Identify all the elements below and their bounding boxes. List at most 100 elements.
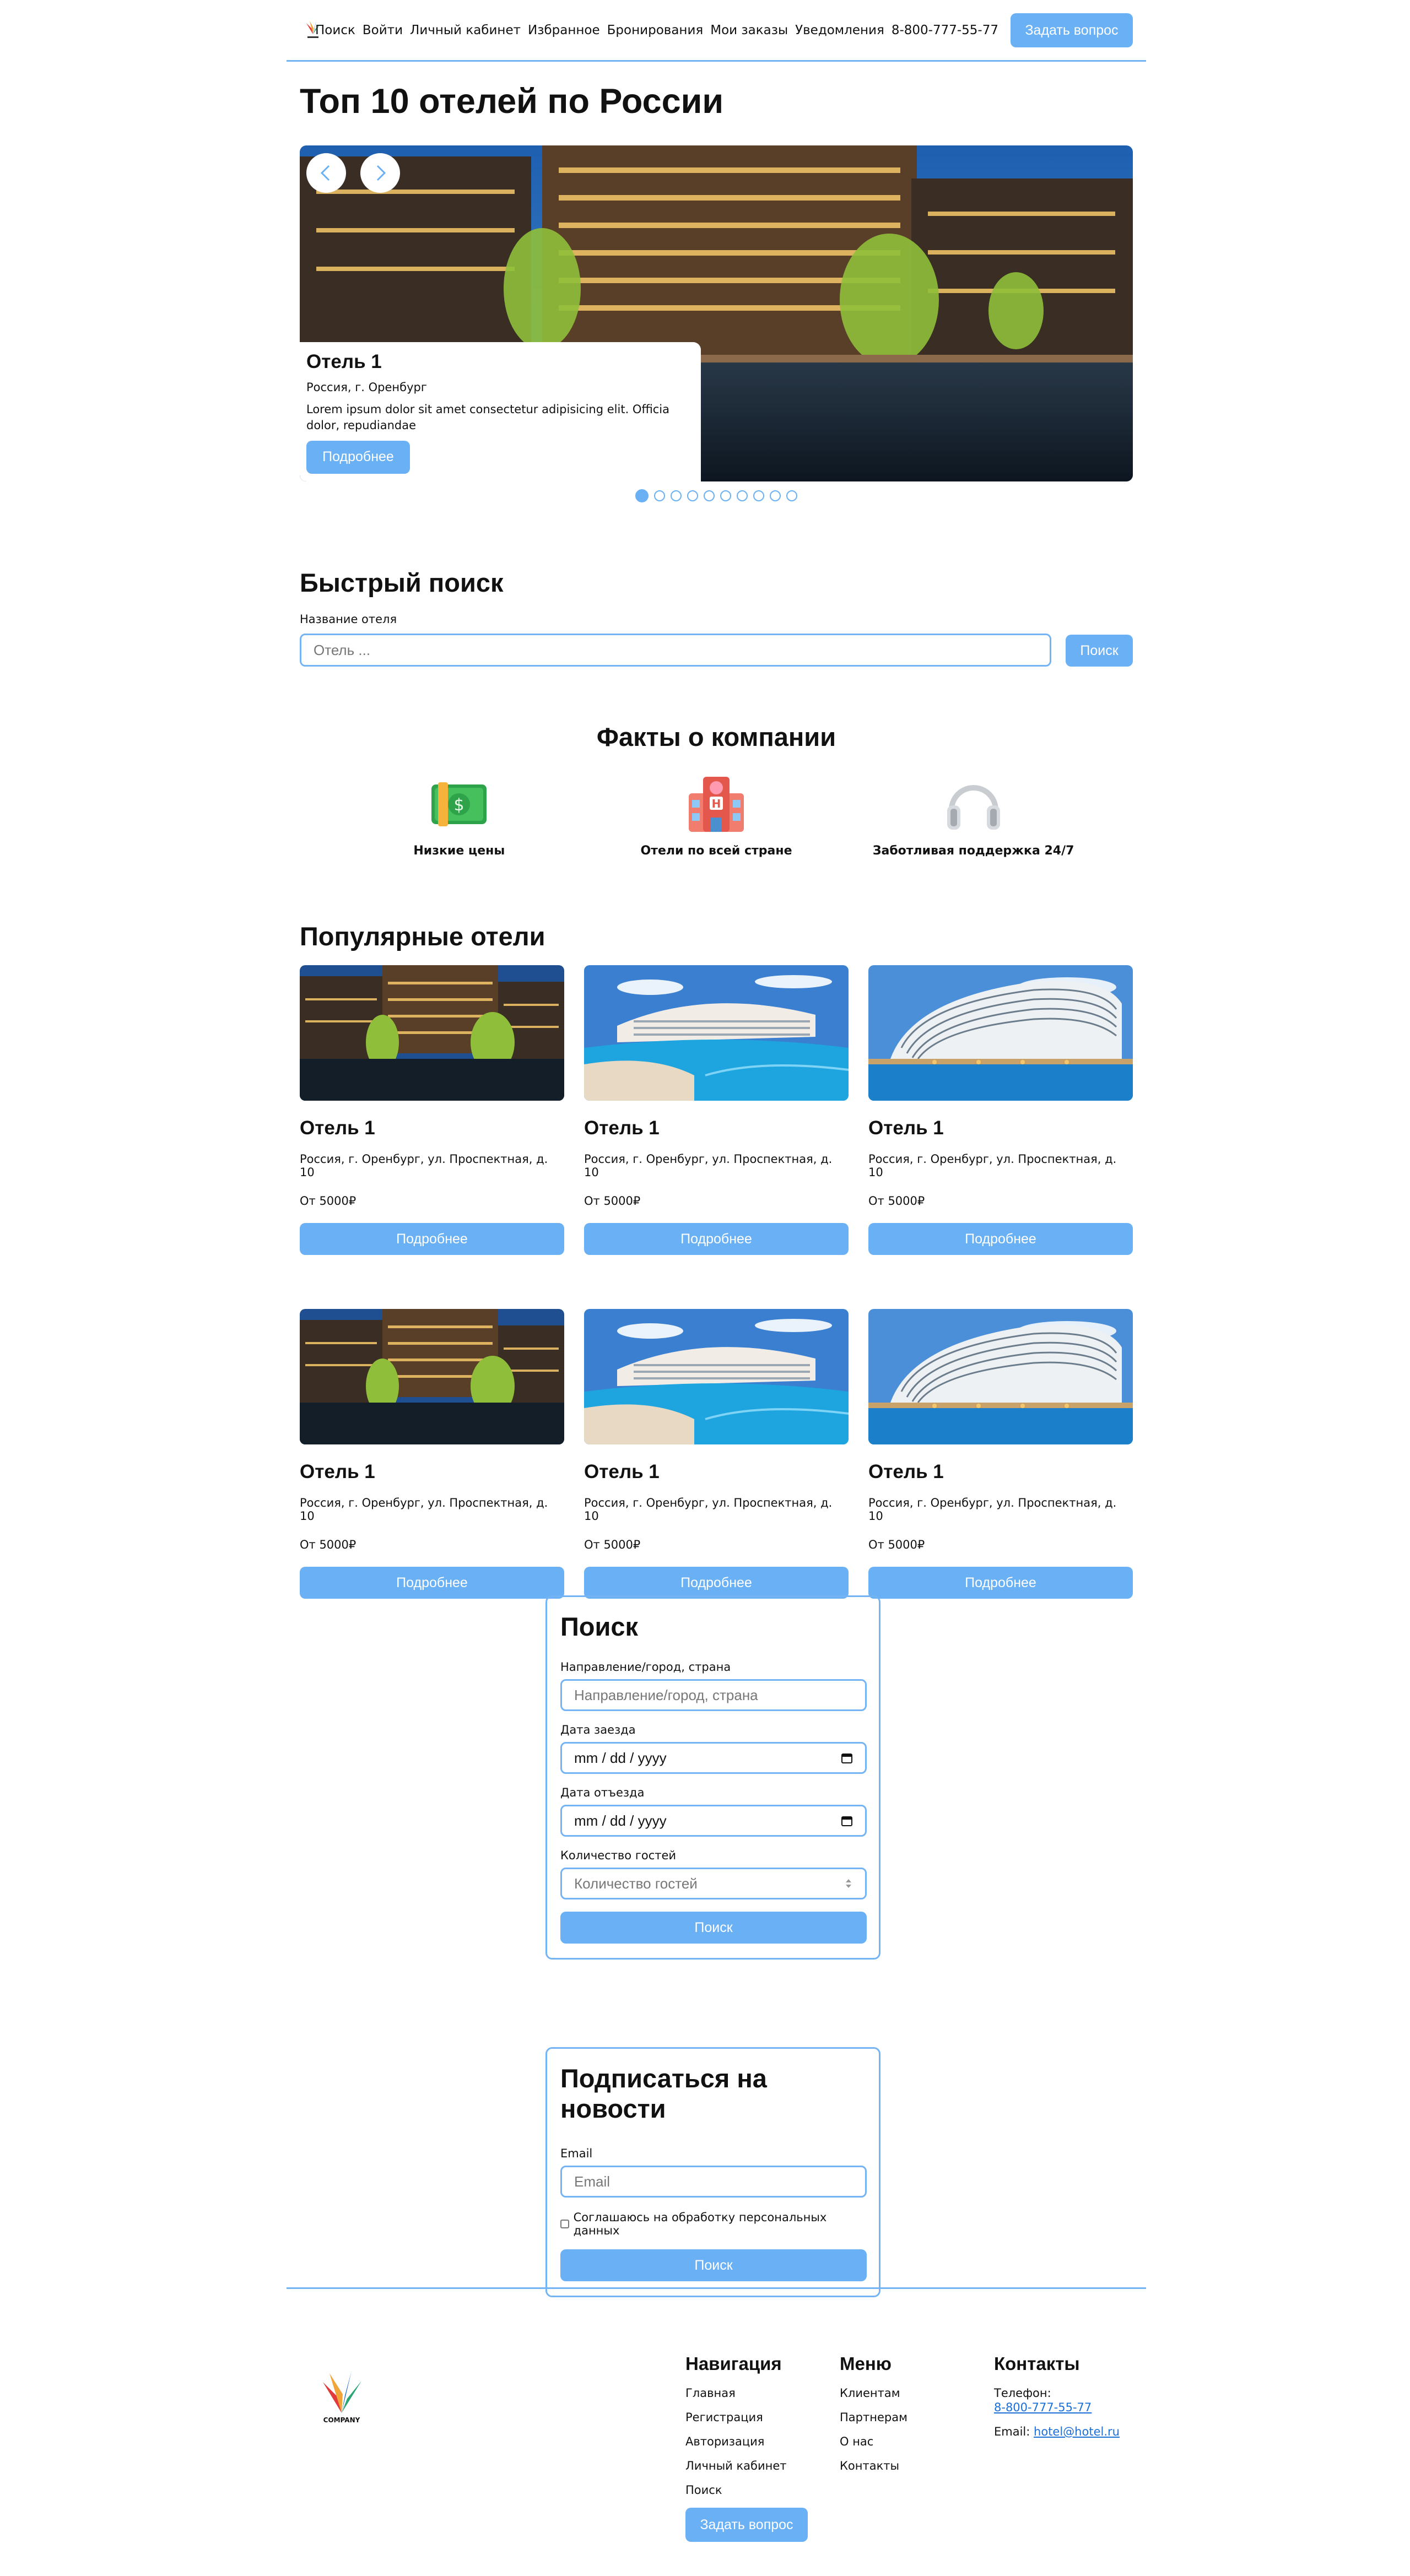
footer-nav-column: Навигация Главная Регистрация Авторизаци… bbox=[685, 2353, 808, 2542]
fact-label: Заботливая поддержка 24/7 bbox=[872, 844, 1074, 858]
fact-label: Отели по всей стране bbox=[640, 844, 792, 858]
slider-dot[interactable] bbox=[654, 490, 665, 501]
calendar-icon[interactable] bbox=[841, 1815, 853, 1827]
hotel-card: Отель 1 Россия, г. Оренбург, ул. Проспект… bbox=[584, 965, 849, 1255]
footer-nav-account[interactable]: Личный кабинет bbox=[685, 2459, 808, 2472]
footer-nav-home[interactable]: Главная bbox=[685, 2386, 808, 2400]
checkout-date-input[interactable]: mm / dd / yyyy bbox=[560, 1805, 867, 1837]
hotel-card-name: Отель 1 bbox=[300, 1461, 375, 1482]
footer-menu-partners[interactable]: Партнерам bbox=[840, 2411, 907, 2424]
slide-hotel-location: Россия, г. Оренбург bbox=[306, 381, 427, 394]
slider-pagination bbox=[287, 489, 1146, 502]
hotel-card-image[interactable] bbox=[584, 965, 849, 1101]
slider-dot[interactable] bbox=[770, 490, 781, 501]
nav-search[interactable]: Поиск bbox=[315, 23, 355, 37]
header: Поиск Войти Личный кабинет Избранное Бро… bbox=[287, 11, 1146, 62]
slider-prev-button[interactable] bbox=[306, 153, 346, 193]
guests-label: Количество гостей bbox=[560, 1849, 677, 1862]
footer-email-link[interactable]: hotel@hotel.ru bbox=[1034, 2425, 1120, 2438]
hotel-name-input[interactable]: Отель ... bbox=[300, 634, 1051, 667]
guests-input[interactable]: Количество гостей bbox=[560, 1868, 867, 1899]
slider-dot[interactable] bbox=[687, 490, 698, 501]
nav-favorites[interactable]: Избранное bbox=[528, 23, 600, 37]
footer-contacts-title: Контакты bbox=[994, 2353, 1080, 2374]
footer-nav-auth[interactable]: Авторизация bbox=[685, 2435, 808, 2448]
fact-item: H Отели по всей стране bbox=[601, 771, 832, 858]
footer-divider bbox=[287, 2287, 1146, 2289]
page-title: Топ 10 отелей по России bbox=[300, 82, 724, 121]
nav-login[interactable]: Войти bbox=[363, 23, 403, 37]
nav-notifications[interactable]: Уведомления bbox=[795, 23, 884, 37]
search-form-title: Поиск bbox=[560, 1612, 639, 1641]
search-submit-button[interactable]: Поиск bbox=[560, 1912, 867, 1944]
hotel-card-price: От 5000₽ bbox=[868, 1538, 925, 1551]
hotel-card-address: Россия, г. Оренбург, ул. Проспектная, д.… bbox=[868, 1152, 1117, 1179]
calendar-icon[interactable] bbox=[841, 1752, 853, 1764]
checkin-date-value: mm / dd / yyyy bbox=[574, 1749, 667, 1766]
slide-details-button[interactable]: Подробнее bbox=[306, 440, 410, 474]
hotel-card-details-button[interactable]: Подробнее bbox=[300, 1567, 564, 1599]
hotel-card-details-button[interactable]: Подробнее bbox=[868, 1567, 1133, 1599]
chevron-left-icon bbox=[320, 165, 330, 181]
hotel-card-address: Россия, г. Оренбург, ул. Проспектная, д.… bbox=[300, 1152, 548, 1179]
consent-checkbox[interactable] bbox=[560, 2220, 569, 2228]
direction-input[interactable]: Направление/город, страна bbox=[560, 1679, 867, 1711]
footer-nav-search[interactable]: Поиск bbox=[685, 2483, 808, 2497]
checkin-label: Дата заезда bbox=[560, 1723, 636, 1736]
footer-menu-column: Меню Клиентам Партнерам О нас Контакты bbox=[840, 2353, 907, 2483]
hotel-card-image[interactable] bbox=[868, 1309, 1133, 1444]
footer-ask-question-button[interactable]: Задать вопрос bbox=[685, 2508, 808, 2542]
email-label: Email bbox=[560, 2147, 593, 2160]
footer-nav-register[interactable]: Регистрация bbox=[685, 2411, 808, 2424]
hotel-card: Отель 1 Россия, г. Оренбург, ул. Проспект… bbox=[300, 1309, 564, 1599]
quick-search-button[interactable]: Поиск bbox=[1066, 635, 1133, 667]
main-nav: Поиск Войти Личный кабинет Избранное Бро… bbox=[315, 13, 1133, 47]
slider-next-button[interactable] bbox=[360, 153, 400, 193]
search-form: Поиск Направление/город, страна Направле… bbox=[545, 1595, 880, 1960]
guests-placeholder: Количество гостей bbox=[574, 1875, 698, 1892]
chevron-right-icon bbox=[376, 165, 386, 181]
facts-list: $ Низкие цены H Отели по всей стране Заб… bbox=[287, 771, 1146, 858]
hotel-card-image[interactable] bbox=[868, 965, 1133, 1101]
nav-bookings[interactable]: Бронирования bbox=[607, 23, 704, 37]
slider-dot[interactable] bbox=[704, 490, 715, 501]
slider-dot[interactable] bbox=[671, 490, 682, 501]
hotel-card-details-button[interactable]: Подробнее bbox=[300, 1223, 564, 1255]
slide-hotel-name: Отель 1 bbox=[306, 351, 382, 372]
slider-dot[interactable] bbox=[720, 490, 731, 501]
stepper-icon[interactable] bbox=[844, 1877, 853, 1890]
hotel-card-details-button[interactable]: Подробнее bbox=[584, 1567, 849, 1599]
slider-dot[interactable] bbox=[753, 490, 764, 501]
svg-text:$: $ bbox=[454, 795, 464, 815]
fact-label: Низкие цены bbox=[413, 844, 505, 858]
fact-item: $ Низкие цены bbox=[343, 771, 575, 858]
slider-dot[interactable] bbox=[635, 489, 649, 502]
hotel-card-price: От 5000₽ bbox=[300, 1194, 356, 1208]
footer-phone-link[interactable]: 8-800-777-55-77 bbox=[994, 2401, 1092, 2414]
ask-question-button[interactable]: Задать вопрос bbox=[1011, 13, 1133, 47]
footer-menu-clients[interactable]: Клиентам bbox=[840, 2386, 907, 2400]
company-logo-icon bbox=[323, 2371, 361, 2413]
slider-dot[interactable] bbox=[786, 490, 797, 501]
hotel-card-image[interactable] bbox=[300, 1309, 564, 1444]
nav-orders[interactable]: Мои заказы bbox=[710, 23, 788, 37]
hotel-card-address: Россия, г. Оренбург, ул. Проспектная, д.… bbox=[584, 1152, 833, 1179]
nav-account[interactable]: Личный кабинет bbox=[410, 23, 521, 37]
hotel-card-details-button[interactable]: Подробнее bbox=[584, 1223, 849, 1255]
popular-hotels-title: Популярные отели bbox=[300, 922, 545, 951]
hotel-card-image[interactable] bbox=[300, 965, 564, 1101]
hotel-card-name: Отель 1 bbox=[300, 1117, 375, 1139]
footer-menu-contacts[interactable]: Контакты bbox=[840, 2459, 907, 2472]
newsletter-submit-button[interactable]: Поиск bbox=[560, 2249, 867, 2281]
footer-logo[interactable]: COMPANY bbox=[320, 2369, 364, 2424]
hotel-card-image[interactable] bbox=[584, 1309, 849, 1444]
hotel-card-details-button[interactable]: Подробнее bbox=[868, 1223, 1133, 1255]
consent-label: Соглашаюсь на обработку персональных дан… bbox=[573, 2211, 827, 2237]
hotel-card-price: От 5000₽ bbox=[868, 1194, 925, 1208]
footer-menu-about[interactable]: О нас bbox=[840, 2435, 907, 2448]
header-phone[interactable]: 8-800-777-55-77 bbox=[892, 23, 998, 37]
slider-dot[interactable] bbox=[737, 490, 748, 501]
footer-phone-label: Телефон: bbox=[994, 2386, 1051, 2400]
checkin-date-input[interactable]: mm / dd / yyyy bbox=[560, 1742, 867, 1774]
email-input[interactable]: Email bbox=[560, 2166, 867, 2198]
